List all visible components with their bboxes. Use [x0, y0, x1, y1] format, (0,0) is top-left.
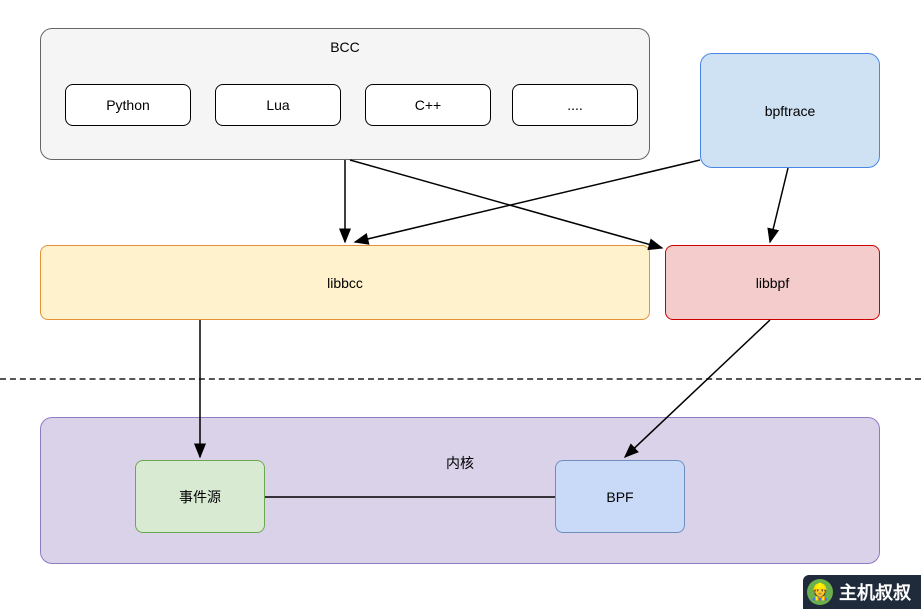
bcc-item-more: ....	[512, 84, 638, 126]
bpf-box: BPF	[555, 460, 685, 533]
bpftrace-label: bpftrace	[765, 103, 816, 119]
userspace-kernel-divider	[0, 378, 921, 380]
arrow-bpftrace-to-libbpf	[770, 168, 788, 242]
logo-text: 主机叔叔	[839, 579, 911, 605]
bpf-label: BPF	[606, 489, 633, 505]
arrow-bcc-to-libbpf	[350, 160, 662, 248]
kernel-title: 内核	[446, 453, 474, 473]
bcc-item-label: ....	[567, 97, 583, 113]
bcc-title: BCC	[330, 39, 360, 55]
logo-badge: 👷 主机叔叔	[803, 575, 921, 609]
libbcc-label: libbcc	[327, 275, 363, 291]
libbpf-box: libbpf	[665, 245, 880, 320]
libbcc-box: libbcc	[40, 245, 650, 320]
arrow-bpftrace-to-libbcc	[355, 160, 700, 242]
bcc-item-python: Python	[65, 84, 191, 126]
event-source-label: 事件源	[179, 487, 221, 507]
bcc-item-cpp: C++	[365, 84, 491, 126]
event-source-box: 事件源	[135, 460, 265, 533]
bcc-item-lua: Lua	[215, 84, 341, 126]
bcc-item-label: C++	[415, 97, 441, 113]
bpftrace-box: bpftrace	[700, 53, 880, 168]
libbpf-label: libbpf	[756, 275, 789, 291]
bcc-item-label: Lua	[266, 97, 289, 113]
bcc-item-label: Python	[106, 97, 150, 113]
logo-avatar-icon: 👷	[807, 579, 833, 605]
